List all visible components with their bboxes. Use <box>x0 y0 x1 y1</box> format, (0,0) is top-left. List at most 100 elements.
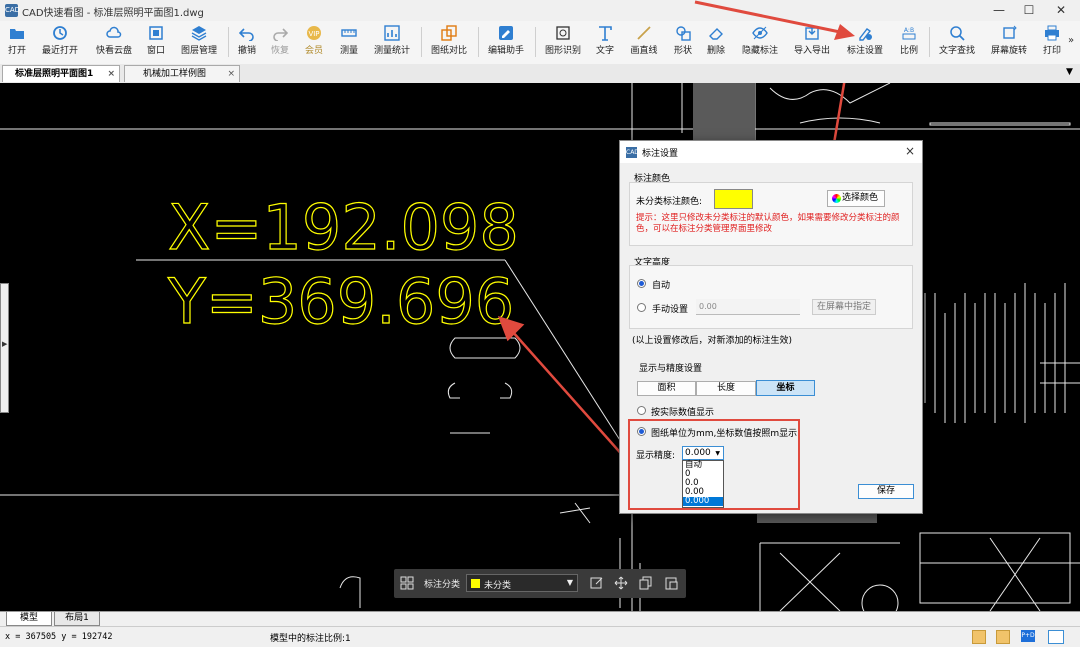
toolbar-measure-stats-button[interactable]: 测量统计 <box>371 23 413 61</box>
dialog-close-button[interactable]: × <box>905 144 915 158</box>
dialog-title-bar: CAD 标注设置 × <box>620 141 922 163</box>
toolbar-text-button[interactable]: 文字 <box>592 23 618 61</box>
tab-length[interactable]: 长度 <box>696 381 756 396</box>
vip-icon: VIP <box>307 26 321 40</box>
scale-icon: A:B <box>902 27 916 40</box>
text-height-section: 自动 手动设置 0.00 在屏幕中指定 <box>629 265 913 329</box>
dialog-app-icon: CAD <box>626 147 639 158</box>
save-button[interactable]: 保存 <box>858 484 914 499</box>
pick-color-label: 选择颜色 <box>841 193 878 203</box>
toolbar-window-button[interactable]: 窗口 <box>143 23 169 61</box>
color-swatch[interactable] <box>714 189 753 209</box>
edit-icon[interactable] <box>590 576 604 590</box>
y-coordinate-text: Y=369.696 <box>167 265 514 338</box>
manual-height-label: 手动设置 <box>652 305 689 315</box>
toolbar-redo-button[interactable]: 恢复 <box>267 23 293 61</box>
shape-icon <box>676 26 691 41</box>
auto-height-radio[interactable] <box>637 279 646 288</box>
status-fullscreen-icon[interactable] <box>1048 630 1064 644</box>
cursor-coordinates: x = 367505 y = 192742 <box>5 632 113 642</box>
color-section: 未分类标注颜色: 选择颜色 提示：这里只修改未分类标注的默认颜色，如果需要修改分… <box>629 182 913 246</box>
tab-machining-sample[interactable]: 机械加工样例图 × <box>124 65 240 82</box>
side-panel-toggle[interactable]: ▶ <box>0 283 9 413</box>
actual-value-label: 按实际数值显示 <box>651 408 715 418</box>
paste-icon[interactable] <box>664 576 678 590</box>
toolbar-measure-button[interactable]: 测量 <box>336 23 362 61</box>
toolbar-separator <box>929 27 930 57</box>
toolbar-edit-assistant-button[interactable]: 编辑助手 <box>484 23 528 61</box>
chevron-right-icon: ▶ <box>2 340 8 348</box>
text-icon <box>599 26 612 41</box>
copy-icon[interactable] <box>639 576 653 590</box>
toolbar-vip-button[interactable]: VIP 会员 <box>301 23 327 61</box>
toolbar-scale-button[interactable]: A:B 比例 <box>896 23 922 61</box>
manual-height-input[interactable]: 0.00 <box>696 299 800 315</box>
redo-icon <box>273 28 288 41</box>
toolbar-layers-button[interactable]: 图层管理 <box>178 23 220 61</box>
minimize-button[interactable]: — <box>984 2 1014 19</box>
toolbar-more-button[interactable]: » <box>1068 35 1074 46</box>
toolbar-separator <box>535 27 536 57</box>
toolbar-separator <box>478 27 479 57</box>
toolbar-undo-button[interactable]: 撤销 <box>234 23 260 61</box>
tab-label: 标准层照明平面图1 <box>15 69 94 79</box>
x-coordinate-text: X=192.098 <box>168 191 519 264</box>
folder-open-icon <box>10 29 24 39</box>
status-bar: x = 367505 y = 192742 模型中的标注比例:1 P+D <box>0 626 1080 647</box>
maximize-button[interactable]: ☐ <box>1014 2 1044 19</box>
stats-icon <box>384 25 400 41</box>
document-tab-bar: 标准层照明平面图1 × 机械加工样例图 × ▼ <box>0 64 1080 84</box>
undo-icon <box>239 28 254 41</box>
tab-area[interactable]: 面积 <box>637 381 696 396</box>
tab-close-icon[interactable]: × <box>227 66 235 83</box>
toolbar-cloud-button[interactable]: 快看云盘 <box>92 23 136 61</box>
auto-height-label: 自动 <box>652 281 671 291</box>
cloud-icon <box>106 26 122 38</box>
move-icon[interactable] <box>614 576 628 590</box>
layout-tab-bar: 模型 布局1 <box>0 611 1080 627</box>
grid-icon[interactable] <box>400 576 414 590</box>
annotation-scale-status: 模型中的标注比例:1 <box>270 634 351 644</box>
tab-layout1[interactable]: 布局1 <box>54 612 100 626</box>
toolbar-separator <box>421 27 422 57</box>
line-icon <box>637 26 651 40</box>
toolbar-print-button[interactable]: 打印 <box>1039 23 1065 61</box>
window-title: CAD快速看图 - 标准层照明平面图1.dwg <box>22 8 204 19</box>
compare-icon <box>441 25 457 41</box>
toolbar-recent-button[interactable]: 最近打开 <box>38 23 82 61</box>
actual-value-radio[interactable] <box>637 406 646 415</box>
svg-text:VIP: VIP <box>308 30 319 38</box>
highlight-box <box>628 419 800 510</box>
rotate-screen-icon <box>1003 25 1017 39</box>
toolbar-shape-recognize-button[interactable]: 图形识别 <box>541 23 585 61</box>
main-toolbar: 打开 最近打开 快看云盘 窗口 图层管理 撤销 恢复 VIP 会员 测量 测量统… <box>0 21 1080 65</box>
status-folder-icon[interactable] <box>996 630 1010 644</box>
tab-list-dropdown-icon[interactable]: ▼ <box>1066 67 1073 77</box>
tab-close-icon[interactable]: × <box>107 66 115 83</box>
pick-color-button[interactable]: 选择颜色 <box>827 190 885 207</box>
annotation-settings-dialog: CAD 标注设置 × 标注颜色 未分类标注颜色: 选择颜色 提示：这里只修改未分… <box>619 140 923 514</box>
precision-section-heading: 显示与精度设置 <box>639 364 703 374</box>
status-folder-icon[interactable] <box>972 630 986 644</box>
annotation-category-label: 标注分类 <box>424 580 461 590</box>
toolbar-compare-button[interactable]: 图纸对比 <box>427 23 471 61</box>
tab-label: 机械加工样例图 <box>143 69 207 79</box>
toolbar-text-search-button[interactable]: 文字查找 <box>935 23 979 61</box>
toolbar-separator <box>228 27 229 57</box>
status-pdf-icon[interactable]: P+D <box>1021 630 1035 642</box>
manual-height-radio[interactable] <box>637 303 646 312</box>
toolbar-rotate-screen-button[interactable]: 屏幕旋转 <box>987 23 1031 61</box>
category-select-value: 未分类 <box>484 581 512 591</box>
close-window-button[interactable]: ✕ <box>1046 2 1076 19</box>
tab-model[interactable]: 模型 <box>6 612 52 626</box>
shape-recognize-icon <box>556 26 570 40</box>
toolbar-open-button[interactable]: 打开 <box>2 23 32 61</box>
chevron-down-icon: ▼ <box>566 578 573 587</box>
toolbar-line-button[interactable]: 画直线 <box>627 23 661 61</box>
specify-on-screen-button[interactable]: 在屏幕中指定 <box>812 299 876 315</box>
layers-icon <box>191 26 207 41</box>
annotation-category-select[interactable]: 未分类 ▼ <box>466 574 578 592</box>
tab-lighting-plan[interactable]: 标准层照明平面图1 × <box>2 65 120 82</box>
tab-coordinate[interactable]: 坐标 <box>756 380 815 396</box>
dialog-title: 标注设置 <box>642 149 679 159</box>
